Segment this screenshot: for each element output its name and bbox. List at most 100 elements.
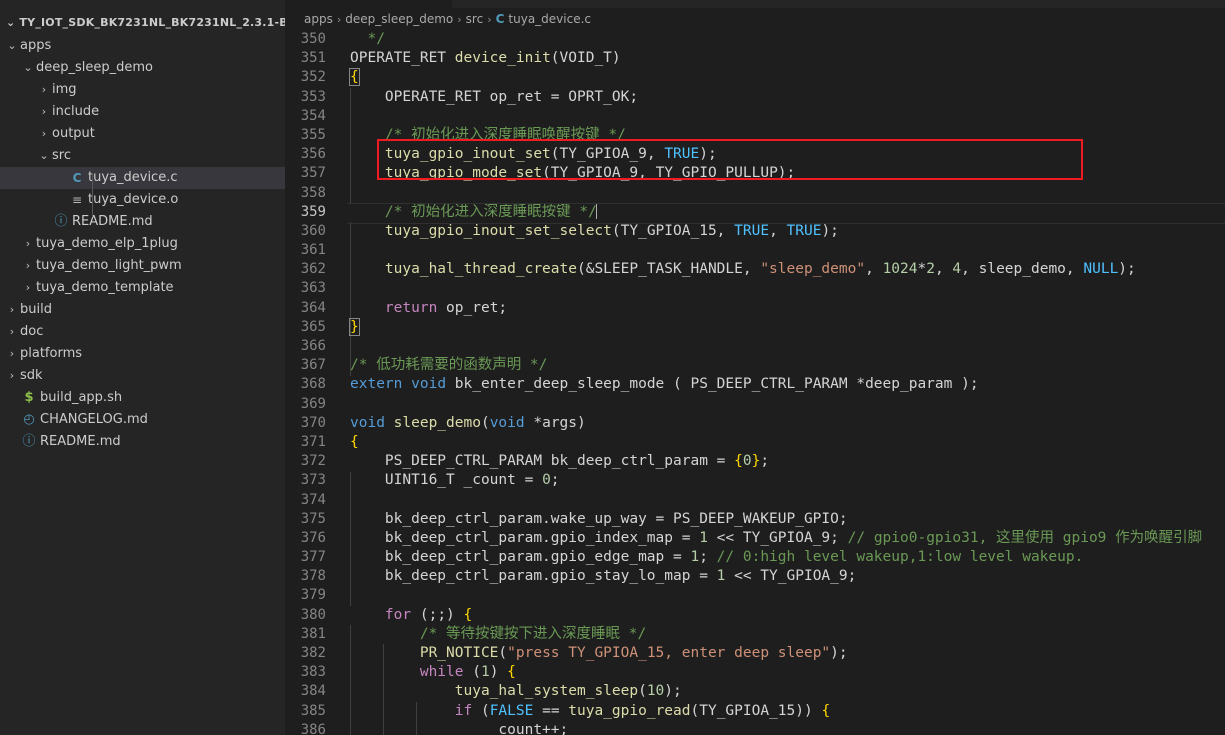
code-token: while (419, 664, 464, 681)
code-line[interactable]: 350 */ (285, 30, 1225, 49)
code-line[interactable]: 361 (285, 241, 1225, 260)
code-token: "sleep_demo" (760, 261, 866, 278)
code-line[interactable]: 359 /* 初始化进入深度睡眠按键 */ (285, 202, 1225, 225)
code-line[interactable]: 362 tuya_hal_thread_create(&SLEEP_TASK_H… (285, 260, 1225, 279)
tree-item-tuya-device-o[interactable]: ≡ tuya_device.o (0, 189, 285, 211)
code-line[interactable]: 386 _count++; (285, 721, 1225, 735)
tree-item-tuya-demo-elp-1plug[interactable]: › tuya_demo_elp_1plug (0, 233, 285, 255)
breadcrumb-part[interactable]: apps (304, 12, 333, 26)
tree-indent-guide (92, 173, 93, 217)
code-line[interactable]: 354 (285, 107, 1225, 126)
breadcrumb-file[interactable]: tuya_device.c (508, 12, 591, 26)
code-line[interactable]: 353 OPERATE_RET op_ret = OPRT_OK; (285, 88, 1225, 107)
tree-item-doc[interactable]: › doc (0, 321, 285, 343)
code-line[interactable]: 374 (285, 491, 1225, 510)
tree-item-deep-sleep-demo[interactable]: ⌄ deep_sleep_demo (0, 57, 285, 79)
tree-item-src[interactable]: ⌄ src (0, 145, 285, 167)
chevron-down-icon[interactable]: ⌄ (36, 145, 52, 167)
line-number: 362 (300, 261, 326, 278)
code-token: /* 等待按键按下进入深度睡眠 */ (419, 625, 647, 642)
code-line[interactable]: 378 bk_deep_ctrl_param.gpio_stay_lo_map … (285, 567, 1225, 586)
chevron-right-icon[interactable]: › (36, 123, 52, 145)
breadcrumb[interactable]: apps › deep_sleep_demo › src › Ctuya_device.c (285, 8, 1225, 30)
code-line[interactable]: 380 for (;;) { (285, 606, 1225, 625)
code-text: PS_DEEP_CTRL_PARAM bk_deep_ctrl_param = … (347, 452, 1225, 471)
code-line[interactable]: 371 { (285, 433, 1225, 452)
code-text: _count++; (347, 721, 1225, 735)
explorer-root-header[interactable]: ⌄ TY_IOT_SDK_BK7231NL_BK7231NL_2.3.1-BET… (0, 11, 285, 33)
chevron-right-icon[interactable]: › (36, 101, 52, 123)
tree-item-label: src (52, 148, 71, 163)
code-line[interactable]: 384 tuya_hal_system_sleep(10); (285, 682, 1225, 701)
code-token: tuya_gpio_inout_set (384, 146, 551, 163)
code-line[interactable]: 385 if (FALSE == tuya_gpio_read(TY_GPIOA… (285, 702, 1225, 721)
code-text: extern void bk_enter_deep_sleep_mode ( P… (347, 375, 1225, 394)
tree-item-build[interactable]: › build (0, 299, 285, 321)
code-line[interactable]: 363 (285, 279, 1225, 298)
chevron-right-icon[interactable]: › (36, 79, 52, 101)
code-editor[interactable]: 350 */351 OPERATE_RET device_init(VOID_T)… (285, 30, 1225, 735)
tree-item-platforms[interactable]: › platforms (0, 343, 285, 365)
code-token: ); (777, 165, 796, 182)
code-line[interactable]: 383 while (1) { (285, 663, 1225, 682)
chevron-right-icon[interactable]: › (4, 299, 20, 321)
code-line[interactable]: 382 PR_NOTICE("press TY_GPIOA_15, enter … (285, 644, 1225, 663)
code-line[interactable]: 373 UINT16_T _count = 0; (285, 471, 1225, 490)
code-line[interactable]: 351 OPERATE_RET device_init(VOID_T) (285, 49, 1225, 68)
code-token: } (349, 317, 360, 336)
code-line[interactable]: 360 tuya_gpio_inout_set_select(TY_GPIOA_… (285, 222, 1225, 241)
tab-strip-active[interactable] (285, 0, 452, 8)
tree-item-sdk[interactable]: › sdk (0, 365, 285, 387)
code-line[interactable]: 377 bk_deep_ctrl_param.gpio_edge_map = 1… (285, 548, 1225, 567)
tree-item-img[interactable]: › img (0, 79, 285, 101)
code-line[interactable]: 368 extern void bk_enter_deep_sleep_mode … (285, 375, 1225, 394)
tree-item-tuya-demo-light-pwm[interactable]: › tuya_demo_light_pwm (0, 255, 285, 277)
code-line[interactable]: 366 (285, 337, 1225, 356)
code-line[interactable]: 352 { (285, 68, 1225, 87)
code-line[interactable]: 364 return op_ret; (285, 299, 1225, 318)
chevron-down-icon[interactable]: ⌄ (4, 35, 20, 57)
code-text: } (347, 317, 1225, 337)
tree-item-changelog-md[interactable]: ◴ CHANGELOG.md (0, 409, 285, 431)
code-token: ) (577, 414, 586, 431)
tree-item-output[interactable]: › output (0, 123, 285, 145)
code-line[interactable]: 369 (285, 395, 1225, 414)
chevron-right-icon[interactable]: › (4, 343, 20, 365)
tree-item-include[interactable]: › include (0, 101, 285, 123)
code-line[interactable]: 367 /* 低功耗需要的函数声明 */ (285, 356, 1225, 375)
tree-item-build-app-sh[interactable]: $ build_app.sh (0, 387, 285, 409)
chevron-right-icon[interactable]: › (20, 277, 36, 299)
code-line[interactable]: 372 PS_DEEP_CTRL_PARAM bk_deep_ctrl_para… (285, 452, 1225, 471)
chevron-right-icon[interactable]: › (20, 233, 36, 255)
line-number: 352 (300, 69, 326, 86)
code-text: for (;;) { (347, 606, 1225, 625)
code-line[interactable]: 376 bk_deep_ctrl_param.gpio_index_map = … (285, 529, 1225, 548)
tree-item-tuya-demo-template[interactable]: › tuya_demo_template (0, 277, 285, 299)
tree-item-tuya-device-c[interactable]: Ctuya_device.c (0, 167, 285, 189)
code-line[interactable]: 357 tuya_gpio_mode_set(TY_GPIOA_9, TY_GP… (285, 164, 1225, 183)
tree-item-readme-md[interactable]: ⓘ README.md (0, 431, 285, 453)
code-token: 2 (926, 261, 935, 278)
code-line[interactable]: 370 void sleep_demo(void *args) (285, 414, 1225, 433)
line-number: 373 (300, 472, 326, 489)
code-line[interactable]: 358 (285, 184, 1225, 203)
chevron-down-icon[interactable]: ⌄ (6, 16, 15, 29)
code-line[interactable]: 365} (285, 317, 1225, 337)
code-token: void (489, 414, 525, 431)
chevron-right-icon[interactable]: › (20, 255, 36, 277)
code-line[interactable]: 355 /* 初始化进入深度睡眠唤醒按键 */ (285, 126, 1225, 145)
code-line[interactable]: 356 tuya_gpio_inout_set(TY_GPIOA_9, TRUE… (285, 145, 1225, 164)
code-line[interactable]: 379 (285, 586, 1225, 605)
chevron-right-icon[interactable]: › (4, 365, 20, 387)
tree-item-apps[interactable]: ⌄ apps (0, 35, 285, 57)
line-number: 351 (300, 50, 326, 67)
chevron-down-icon[interactable]: ⌄ (20, 57, 36, 79)
line-number: 377 (300, 549, 326, 566)
code-line[interactable]: 375 bk_deep_ctrl_param.wake_up_way = PS_… (285, 510, 1225, 529)
code-line[interactable]: 381 /* 等待按键按下进入深度睡眠 */ (285, 625, 1225, 644)
breadcrumb-part[interactable]: deep_sleep_demo (345, 12, 453, 26)
tree-item-readme-md[interactable]: ⓘ README.md (0, 211, 285, 233)
breadcrumb-part[interactable]: src (466, 12, 484, 26)
chevron-right-icon[interactable]: › (4, 321, 20, 343)
